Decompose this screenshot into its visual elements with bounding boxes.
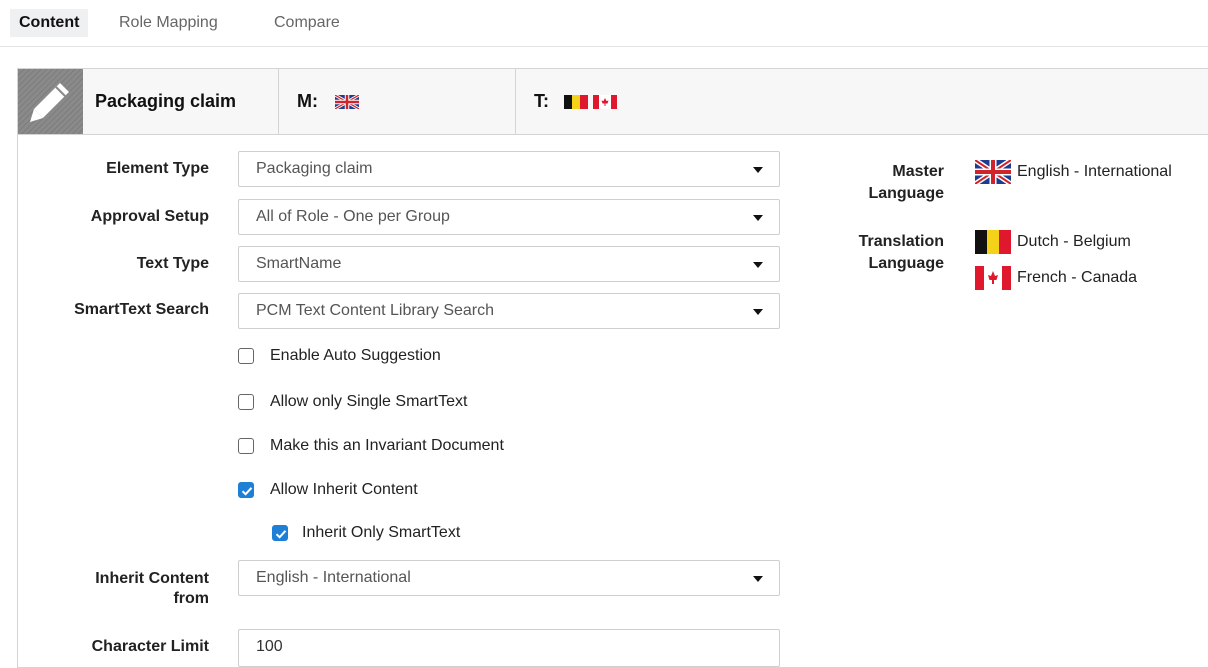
translation-language-item-2: French - Canada [975,266,1137,290]
element-type-select[interactable]: Packaging claim [238,151,780,187]
smarttext-search-value: PCM Text Content Library Search [256,302,495,319]
translation-prefix: T: [534,91,549,111]
inherit-label-line2: from [173,590,209,607]
element-type-label: Element Type [106,160,209,177]
uk-flag-icon [975,160,1011,184]
canada-flag-icon [975,266,1011,290]
text-type-select[interactable]: SmartName [238,246,780,282]
master-language-label: Master Language [820,161,944,205]
belgium-flag-icon [564,95,589,110]
inherit-label-line1: Inherit Content [95,570,209,587]
element-title: Packaging claim [83,69,279,134]
chevron-down-icon [753,262,763,268]
translation-label-line2: Language [868,255,944,272]
translation-language-item-1: Dutch - Belgium [975,230,1131,254]
chevron-down-icon [753,167,763,173]
tab-compare[interactable]: Compare [265,9,349,37]
inherit-content-from-value: English - International [256,569,411,586]
tab-role-mapping[interactable]: Role Mapping [110,9,227,37]
inherit-content-from-label: Inherit Content from [40,569,209,609]
chevron-down-icon [753,309,763,315]
translation-language-indicator: T: [516,69,1208,134]
master-language-item: English - International [975,160,1172,184]
master-language-indicator: M: [279,69,516,134]
translation-language-name: Dutch - Belgium [1017,233,1131,251]
element-type-value: Packaging claim [256,160,373,177]
belgium-flag-icon [975,230,1011,254]
chevron-down-icon [753,576,763,582]
translation-language-name: French - Canada [1017,269,1138,287]
master-label-line2: Language [868,185,944,202]
character-limit-input[interactable]: 100 [238,629,780,667]
tab-content[interactable]: Content [10,9,89,37]
edit-button[interactable] [18,69,83,134]
chevron-down-icon [753,215,763,221]
approval-setup-label: Approval Setup [90,208,209,225]
checkbox-checked-icon[interactable] [272,525,288,541]
approval-setup-select[interactable]: All of Role - One per Group [238,199,780,235]
smarttext-search-select[interactable]: PCM Text Content Library Search [238,293,780,329]
element-header: Packaging claim M: T: [18,69,1208,135]
text-type-value: SmartName [256,255,342,272]
master-prefix: M: [297,91,318,111]
pencil-icon [18,69,83,134]
character-limit-label: Character Limit [91,638,209,655]
smarttext-search-label: SmartText Search [74,301,209,318]
tab-bar: Content Role Mapping Compare [0,0,1208,47]
uk-flag-icon [335,95,360,110]
checkbox-label: Allow Inherit Content [270,481,418,498]
master-language-name: English - International [1017,163,1172,181]
text-type-label: Text Type [136,255,209,272]
inherit-content-from-select[interactable]: English - International [238,560,780,596]
checkbox-label: Inherit Only SmartText [302,524,461,541]
checkbox-unchecked-icon[interactable] [238,438,254,454]
translation-language-label: Translation Language [820,231,944,275]
checkbox-label: Make this an Invariant Document [270,437,504,454]
approval-setup-value: All of Role - One per Group [256,208,450,225]
checkbox-unchecked-icon[interactable] [238,394,254,410]
checkbox-label: Allow only Single SmartText [270,393,468,410]
checkbox-label: Enable Auto Suggestion [270,347,441,364]
element-title-text: Packaging claim [95,91,237,111]
canada-flag-icon [593,95,618,110]
checkbox-checked-icon[interactable] [238,482,254,498]
translation-label-line1: Translation [858,233,944,250]
master-label-line1: Master [892,163,944,180]
checkbox-unchecked-icon[interactable] [238,348,254,364]
